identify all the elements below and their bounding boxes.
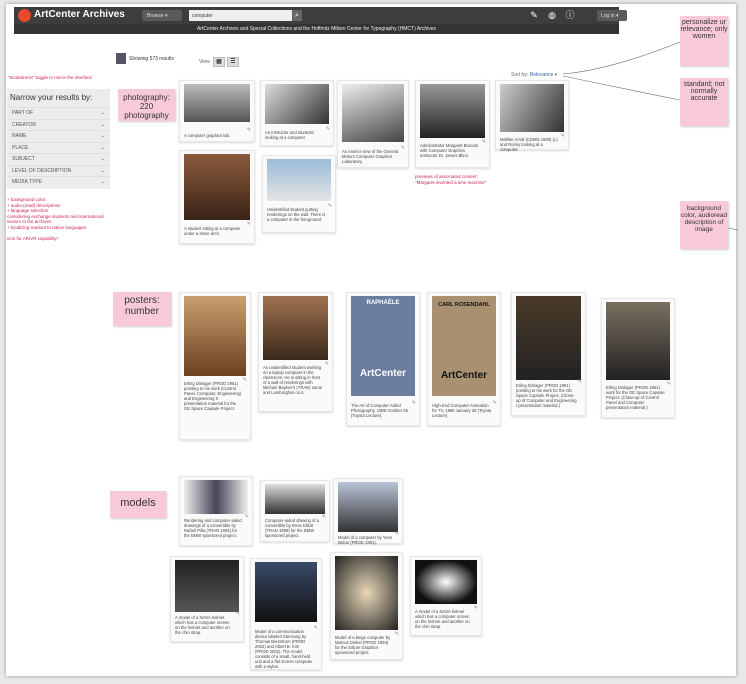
paperclip-icon: ✎ — [400, 145, 405, 151]
result-caption: A student sitting at a computer under a … — [184, 226, 241, 236]
result-caption: An unidentified student working on a lap… — [263, 365, 323, 395]
result-caption: Erling Dinlager (PROD 1961) work for the… — [606, 385, 665, 410]
paperclip-icon: ✎ — [324, 361, 329, 367]
result-thumbnail[interactable] — [184, 480, 248, 514]
result-thumbnail[interactable] — [415, 560, 477, 604]
result-caption: The Art of Computer-Aided Photography, 1… — [351, 403, 408, 418]
paperclip-icon: ✎ — [394, 631, 399, 637]
poster-brand-text: ArtCenter — [359, 368, 407, 379]
poster-title-text: CARL ROSENDAHL — [438, 302, 490, 308]
poster-brand-text: ArtCenter — [440, 370, 488, 381]
result-thumbnail[interactable] — [338, 482, 398, 532]
result-thumbnail[interactable] — [184, 154, 250, 220]
paperclip-icon: ✎ — [560, 133, 565, 139]
paperclip-icon: ✎ — [321, 514, 326, 520]
result-thumbnail[interactable] — [184, 84, 250, 122]
result-caption: A computer graphics lab. — [184, 133, 231, 138]
result-caption: Model of a computer by Yves Behar (PROD … — [338, 535, 392, 545]
paperclip-icon: ✎ — [325, 126, 330, 132]
result-card[interactable]: An interior view of the General Motors C… — [337, 80, 409, 168]
result-card[interactable]: Unidentified student putting renderings … — [262, 155, 336, 233]
result-card[interactable]: Erling Dinlager (PROD 1961) pointing to … — [179, 292, 251, 440]
poster-title-text: RAPHAËLE — [366, 300, 400, 306]
result-card[interactable]: A computer graphics lab. ✎ — [179, 80, 255, 142]
result-card[interactable]: Model of a beige computer by Marcus Dieb… — [330, 552, 403, 660]
result-thumbnail[interactable] — [420, 84, 485, 138]
result-thumbnail[interactable] — [267, 159, 331, 201]
result-card[interactable]: A student sitting at a computer under a … — [179, 150, 255, 244]
paperclip-icon: ✎ — [666, 381, 671, 387]
result-thumbnail[interactable] — [606, 302, 670, 380]
result-card[interactable]: RAPHAËLE ArtCenter The Art of Computer-A… — [346, 292, 420, 426]
result-card[interactable]: Rendering and computer-aided drawings of… — [179, 476, 253, 546]
result-thumbnail[interactable] — [175, 560, 239, 612]
result-card[interactable]: CARL ROSENDAHL ArtCenter High-End Comput… — [427, 292, 501, 426]
result-caption: An instructor and students looking at a … — [265, 130, 314, 140]
result-caption: Erling Dinlager (PROD 1961) pointing to … — [184, 381, 242, 411]
paperclip-icon: ✎ — [246, 221, 251, 227]
result-caption: Erling Dinlager (PROD 1961) pointing to … — [516, 383, 577, 408]
preview-note: previews of associated content: "Margare… — [415, 174, 487, 185]
result-caption: Unidentified student putting renderings … — [267, 207, 326, 222]
poster-thumbnail[interactable]: RAPHAËLE ArtCenter — [351, 296, 415, 396]
paperclip-icon: ✎ — [242, 377, 247, 383]
result-card[interactable]: An instructor and students looking at a … — [260, 80, 334, 146]
result-thumbnail[interactable] — [184, 296, 246, 376]
paperclip-icon: ✎ — [313, 625, 318, 631]
paperclip-icon: ✎ — [492, 400, 497, 406]
paperclip-icon: ✎ — [473, 605, 478, 611]
result-thumbnail[interactable] — [500, 84, 564, 132]
result-card[interactable]: Model of a computer by Yves Behar (PROD … — [333, 478, 403, 545]
result-thumbnail[interactable] — [516, 296, 581, 380]
result-card[interactable]: Erling Dinlager (PROD 1961) work for the… — [601, 298, 675, 418]
paperclip-icon: ✎ — [577, 379, 582, 385]
result-thumbnail[interactable] — [342, 84, 404, 142]
paperclip-icon: ✎ — [246, 127, 251, 133]
paperclip-icon: ✎ — [235, 611, 240, 617]
result-card[interactable]: An unidentified student working on a lap… — [258, 292, 333, 412]
paperclip-icon: ✎ — [394, 531, 399, 537]
result-caption: Model of a communication device labeled … — [255, 629, 313, 669]
result-card[interactable]: Model of a communication device labeled … — [250, 558, 322, 670]
result-caption: High-End Computer Animation for TV, 1988… — [432, 403, 492, 418]
result-card[interactable]: Administrator Margaret Brucato with Comp… — [415, 80, 490, 168]
paperclip-icon: ✎ — [481, 139, 486, 145]
result-card[interactable]: Mahlke Arndt (CDMN 1980) (L) and Ronny l… — [495, 80, 569, 152]
result-caption: Rendering and computer-aided drawings of… — [184, 518, 242, 538]
result-thumbnail[interactable] — [263, 296, 328, 360]
result-card[interactable]: A model of a NASA helmet which has a com… — [170, 556, 244, 642]
poster-thumbnail[interactable]: CARL ROSENDAHL ArtCenter — [432, 296, 496, 396]
result-caption: Model of a beige computer by Marcus Dieb… — [335, 635, 391, 655]
result-caption: Administrator Margaret Brucato with Comp… — [420, 143, 479, 158]
result-thumbnail[interactable] — [265, 484, 325, 514]
paperclip-icon: ✎ — [244, 514, 249, 520]
result-caption: A model of a NASA helmet which has a com… — [175, 615, 230, 635]
result-thumbnail[interactable] — [265, 84, 329, 124]
result-caption: Mahlke Arndt (CDMN 1980) (L) and Ronny l… — [500, 137, 558, 152]
result-caption: An interior view of the General Motors C… — [342, 149, 399, 164]
result-card[interactable]: Erling Dinlager (PROD 1961) pointing to … — [511, 292, 586, 416]
paperclip-icon: ✎ — [327, 203, 332, 209]
result-thumbnail[interactable] — [255, 562, 317, 622]
result-caption: Computer-aided drawing of a convertible … — [265, 518, 320, 538]
result-thumbnail[interactable] — [335, 556, 398, 630]
result-caption: A model of a NASA helmet which has a com… — [415, 609, 470, 629]
paperclip-icon: ✎ — [411, 400, 416, 406]
result-card[interactable]: A model of a NASA helmet which has a com… — [410, 556, 482, 636]
result-card[interactable]: Computer-aided drawing of a convertible … — [260, 480, 330, 542]
